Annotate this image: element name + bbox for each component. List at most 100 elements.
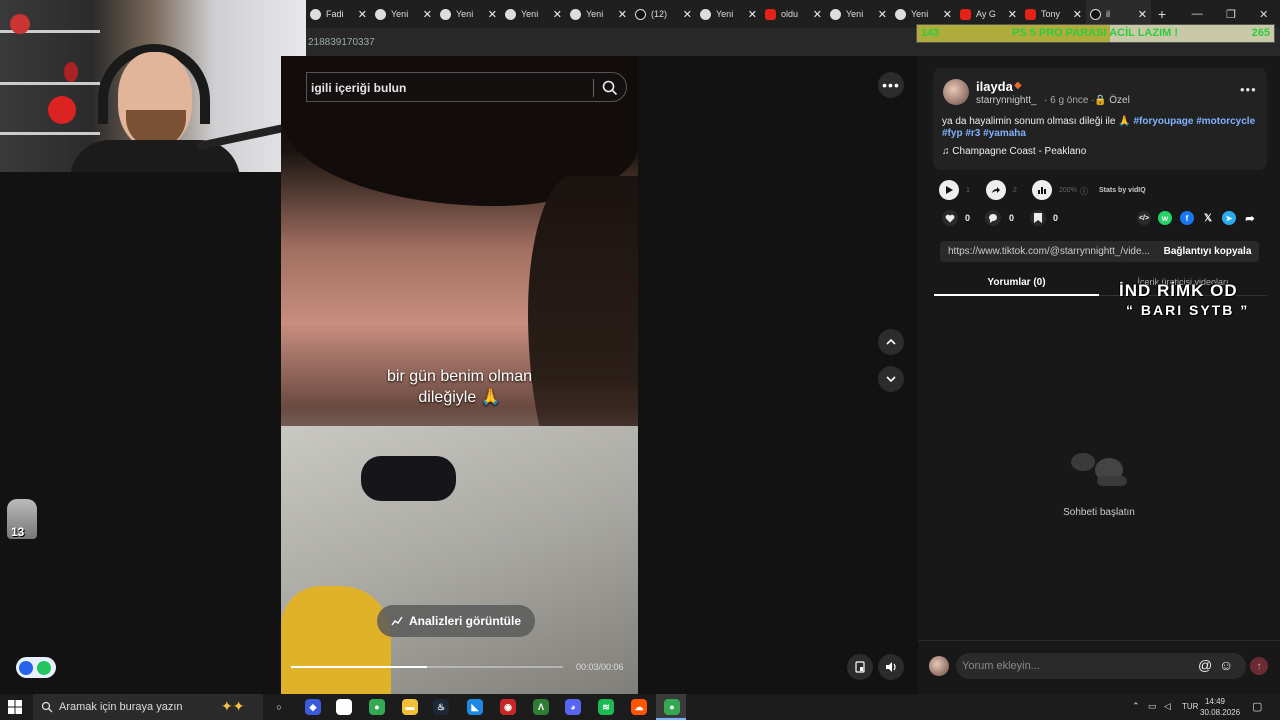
whatsapp-icon[interactable]: w xyxy=(1158,211,1172,225)
view-analytics-button[interactable]: Analizleri görüntüle xyxy=(377,605,535,637)
extension-toggle[interactable] xyxy=(16,657,56,678)
search-placeholder[interactable]: igili içeriği bulun xyxy=(311,81,406,95)
browser-tab[interactable]: oldu ✕ xyxy=(761,0,826,28)
copy-link-button[interactable]: Bağlantıyı kopyala xyxy=(1156,241,1259,262)
x-icon[interactable]: 𝕏 xyxy=(1201,211,1215,225)
video-progress-bar[interactable] xyxy=(291,666,563,668)
task-view-icon[interactable]: ○ xyxy=(271,699,287,715)
restore-button[interactable]: ❐ xyxy=(1226,8,1236,21)
system-clock[interactable]: 14:49 30.08.2026 xyxy=(1200,696,1241,718)
stream-title-overlay: İND RİMK OD xyxy=(1119,281,1238,300)
browser-tab[interactable]: Fadi ✕ xyxy=(306,0,371,28)
hashtags[interactable]: #foryoupage #motorcycle xyxy=(1133,116,1255,127)
comment-button[interactable] xyxy=(985,210,1001,226)
browser-tab[interactable]: Yeni ✕ xyxy=(826,0,891,28)
caption-line: bir gün benim olman xyxy=(387,368,532,385)
search-icon[interactable] xyxy=(601,79,619,97)
facebook-icon[interactable]: f xyxy=(1180,211,1194,225)
close-tab-icon[interactable]: ✕ xyxy=(813,8,822,21)
url-text[interactable]: 218839170337 xyxy=(308,37,375,48)
bar-chart-icon xyxy=(1038,187,1046,194)
next-video-button[interactable] xyxy=(878,366,904,392)
search-box[interactable]: igili içeriği bulun xyxy=(306,72,627,102)
minimize-button[interactable]: — xyxy=(1192,8,1203,20)
close-tab-icon[interactable]: ✕ xyxy=(1008,8,1017,21)
close-tab-icon[interactable]: ✕ xyxy=(683,8,692,21)
tab-comments[interactable]: Yorumlar (0) xyxy=(934,270,1099,296)
speaker-icon[interactable]: ◁ xyxy=(1164,701,1171,712)
close-tab-icon[interactable]: ✕ xyxy=(488,8,497,21)
video-link[interactable]: https://www.tiktok.com/@starrynnightt_/v… xyxy=(948,246,1153,257)
mention-icon[interactable]: @ xyxy=(1198,657,1212,673)
send-button[interactable]: ↑ xyxy=(1250,657,1268,675)
play-stat[interactable] xyxy=(939,180,959,200)
chrome-icon[interactable]: ● xyxy=(664,699,680,715)
youtube-icon xyxy=(960,8,971,20)
tab-label: Yeni xyxy=(911,9,929,19)
app-icon[interactable]: ◉ xyxy=(500,699,516,715)
taskbar-search[interactable]: Aramak için buraya yazın ✦✦ xyxy=(33,694,263,720)
browser-tab[interactable]: Yeni ✕ xyxy=(371,0,436,28)
store-icon[interactable]: ▦ xyxy=(336,699,352,715)
app-icon[interactable]: Λ xyxy=(533,699,549,715)
new-tab-button[interactable]: + xyxy=(1151,6,1173,22)
language-indicator[interactable]: TUR xyxy=(1182,702,1198,711)
divider xyxy=(593,79,594,97)
chevron-up-icon xyxy=(886,338,896,345)
like-button[interactable] xyxy=(942,210,958,226)
music-title[interactable]: Champagne Coast - Peaklano xyxy=(952,146,1086,157)
app-icon[interactable]: ◣ xyxy=(467,699,483,715)
save-button[interactable] xyxy=(1030,210,1046,226)
engagement-stat[interactable] xyxy=(1032,180,1052,200)
more-options-button[interactable]: ••• xyxy=(878,72,904,98)
tab-label: (12) xyxy=(651,9,668,19)
arrow-up-icon: ↑ xyxy=(1256,660,1262,672)
mini-player-button[interactable] xyxy=(847,654,873,680)
tab-label: il xyxy=(1106,9,1110,19)
close-tab-icon[interactable]: ✕ xyxy=(748,8,757,21)
emoji-icon[interactable]: ☺ xyxy=(1219,657,1233,673)
soundcloud-icon[interactable]: ☁ xyxy=(631,699,647,715)
close-tab-icon[interactable]: ✕ xyxy=(1138,8,1147,21)
close-tab-icon[interactable]: ✕ xyxy=(618,8,627,21)
steam-icon[interactable]: ♨ xyxy=(433,699,449,715)
close-tab-icon[interactable]: ✕ xyxy=(553,8,562,21)
windows-start-icon[interactable] xyxy=(8,700,22,714)
search-icon xyxy=(41,701,53,713)
previous-video-button[interactable] xyxy=(878,329,904,355)
hashtags[interactable]: #fyp #r3 #yamaha xyxy=(942,128,1026,139)
notifications-icon[interactable]: ▢ xyxy=(1252,700,1262,713)
browser-tab[interactable]: (12) ✕ xyxy=(631,0,696,28)
browser-tab[interactable]: Yeni ✕ xyxy=(436,0,501,28)
browser-tab[interactable]: Yeni ✕ xyxy=(501,0,566,28)
embed-icon[interactable]: </> xyxy=(1137,211,1151,225)
share-stat[interactable] xyxy=(986,180,1006,200)
browser-tab[interactable]: Yeni ✕ xyxy=(696,0,761,28)
share-more-icon[interactable]: ➦ xyxy=(1243,211,1257,225)
explorer-icon[interactable]: ▬ xyxy=(402,699,418,715)
chrome-icon[interactable]: ● xyxy=(369,699,385,715)
username[interactable]: ilayda xyxy=(976,79,1013,94)
music-track[interactable]: ♫ Champagne Coast - Peaklano xyxy=(942,146,1086,157)
app-icon[interactable]: ◆ xyxy=(305,699,321,715)
close-tab-icon[interactable]: ✕ xyxy=(878,8,887,21)
avatar[interactable] xyxy=(943,79,969,105)
taskbar-search-placeholder[interactable]: Aramak için buraya yazın xyxy=(59,701,183,713)
telegram-icon[interactable]: ➤ xyxy=(1222,211,1236,225)
discord-icon[interactable]: ◕ xyxy=(565,699,581,715)
close-tab-icon[interactable]: ✕ xyxy=(423,8,432,21)
chevron-up-icon[interactable]: ⌃ xyxy=(1132,701,1140,712)
close-tab-icon[interactable]: ✕ xyxy=(358,8,367,21)
clock-date: 30.08.2026 xyxy=(1200,708,1241,717)
spotify-icon[interactable]: ≋ xyxy=(598,699,614,715)
browser-tab[interactable]: Yeni ✕ xyxy=(566,0,631,28)
close-tab-icon[interactable]: ✕ xyxy=(1073,8,1082,21)
network-icon[interactable]: ▭ xyxy=(1148,701,1157,712)
post-more-button[interactable]: ••• xyxy=(1240,82,1257,97)
volume-button[interactable] xyxy=(878,654,904,680)
tab-label: Yeni xyxy=(846,9,864,19)
close-window-button[interactable]: ✕ xyxy=(1259,8,1268,21)
user-handle[interactable]: starrynnightt_ xyxy=(976,95,1037,106)
avatar xyxy=(929,656,949,676)
close-tab-icon[interactable]: ✕ xyxy=(943,8,952,21)
